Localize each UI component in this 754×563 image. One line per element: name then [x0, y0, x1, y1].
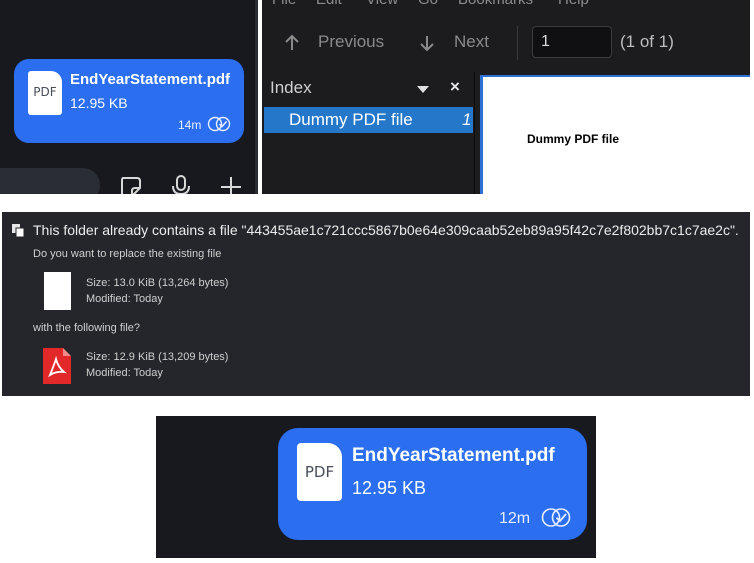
- existing-file-size: Size: 13.0 KiB (13,264 bytes): [86, 277, 229, 289]
- pdf-page-heading: Dummy PDF file: [527, 132, 620, 146]
- message-time: 14m: [178, 118, 202, 132]
- microphone-icon[interactable]: [168, 174, 194, 194]
- pdf-file-icon: PDF: [297, 443, 342, 501]
- file-name: EndYearStatement.pdf: [70, 71, 231, 88]
- menu-go[interactable]: Go: [418, 0, 438, 8]
- existing-file-modified: Modified: Today: [86, 293, 163, 305]
- file-name: EndYearStatement.pdf: [352, 445, 555, 466]
- menu-help[interactable]: Help: [558, 0, 589, 8]
- dropdown-caret-icon[interactable]: [417, 86, 429, 93]
- page-number-input[interactable]: [532, 26, 612, 58]
- replace-file-dialog: This folder already contains a file "443…: [2, 212, 750, 396]
- file-size: 12.95 KB: [70, 95, 128, 111]
- menu-view[interactable]: View: [366, 0, 398, 8]
- pdf-file-icon: PDF: [28, 71, 62, 115]
- following-file-question: with the following file?: [33, 322, 141, 334]
- close-icon[interactable]: ×: [450, 77, 460, 97]
- previous-button[interactable]: Previous: [318, 32, 384, 52]
- menu-file[interactable]: File: [272, 0, 296, 8]
- scrollbar[interactable]: [255, 0, 258, 194]
- file-icon-label: PDF: [304, 463, 335, 481]
- message-input[interactable]: [0, 168, 100, 194]
- file-icon-label: PDF: [33, 85, 57, 99]
- toolbar-separator: [517, 26, 518, 60]
- dialog-title: This folder already contains a file "443…: [33, 222, 739, 238]
- menu-edit[interactable]: Edit: [316, 0, 342, 8]
- blank-document-icon: [44, 272, 71, 310]
- index-item-page: 1: [462, 110, 472, 129]
- read-receipt-icon: [207, 116, 231, 132]
- acrobat-pdf-icon: [43, 348, 71, 384]
- file-size: 12.95 KB: [352, 478, 427, 498]
- message-time: 12m: [499, 510, 531, 527]
- pdf-viewer-window: File Edit View Go Bookmarks Help Previou…: [262, 0, 750, 194]
- arrow-up-icon[interactable]: [284, 34, 300, 52]
- index-panel-border: [474, 72, 475, 194]
- pdf-page: Dummy PDF file: [480, 75, 750, 194]
- next-button[interactable]: Next: [454, 32, 489, 52]
- warning-icon: [12, 224, 24, 237]
- plus-icon[interactable]: [218, 174, 244, 194]
- new-file-size: Size: 12.9 KiB (13,209 bytes): [86, 351, 229, 363]
- arrow-down-icon[interactable]: [419, 34, 435, 52]
- file-message-bubble[interactable]: PDF EndYearStatement.pdf 12.95 KB 12m: [278, 428, 587, 540]
- new-file-modified: Modified: Today: [86, 367, 163, 379]
- file-message-bubble[interactable]: PDF EndYearStatement.pdf 12.95 KB 14m: [14, 59, 244, 143]
- replace-question: Do you want to replace the existing file: [33, 248, 222, 260]
- index-item-label: Dummy PDF file: [289, 110, 413, 129]
- index-item[interactable]: Dummy PDF file 1: [264, 107, 473, 133]
- sticker-icon[interactable]: [118, 174, 144, 194]
- menu-bookmarks[interactable]: Bookmarks: [458, 0, 533, 8]
- chat-panel: PDF EndYearStatement.pdf 12.95 KB 14m: [0, 0, 258, 194]
- chat-panel-zoomed: PDF EndYearStatement.pdf 12.95 KB 12m: [156, 416, 596, 558]
- read-receipt-icon: [541, 508, 571, 527]
- page-count: (1 of 1): [620, 32, 674, 51]
- index-panel-title: Index: [270, 78, 312, 97]
